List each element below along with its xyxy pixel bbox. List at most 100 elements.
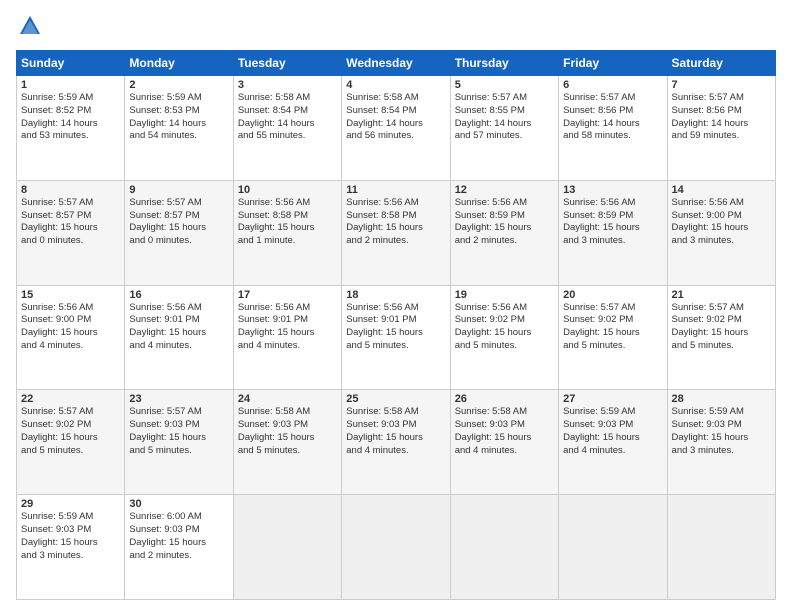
cell-text: Sunrise: 5:56 AMSunset: 8:59 PMDaylight:… [563, 197, 662, 248]
day-number: 15 [21, 289, 120, 301]
calendar-cell: 19Sunrise: 5:56 AMSunset: 9:02 PMDayligh… [450, 285, 558, 390]
calendar-cell: 9Sunrise: 5:57 AMSunset: 8:57 PMDaylight… [125, 180, 233, 285]
calendar-cell: 14Sunrise: 5:56 AMSunset: 9:00 PMDayligh… [667, 180, 775, 285]
calendar-cell [559, 495, 667, 600]
cell-text: Sunrise: 5:58 AMSunset: 8:54 PMDaylight:… [346, 92, 445, 143]
week-row-3: 15Sunrise: 5:56 AMSunset: 9:00 PMDayligh… [17, 285, 776, 390]
calendar-cell: 4Sunrise: 5:58 AMSunset: 8:54 PMDaylight… [342, 76, 450, 181]
day-number: 28 [672, 393, 771, 405]
day-number: 17 [238, 289, 337, 301]
cell-text: Sunrise: 5:56 AMSunset: 8:58 PMDaylight:… [346, 197, 445, 248]
cell-text: Sunrise: 5:57 AMSunset: 8:57 PMDaylight:… [21, 197, 120, 248]
cell-text: Sunrise: 5:57 AMSunset: 9:02 PMDaylight:… [563, 302, 662, 353]
calendar-cell [450, 495, 558, 600]
week-row-5: 29Sunrise: 5:59 AMSunset: 9:03 PMDayligh… [17, 495, 776, 600]
day-number: 2 [129, 79, 228, 91]
day-number: 18 [346, 289, 445, 301]
calendar-cell: 11Sunrise: 5:56 AMSunset: 8:58 PMDayligh… [342, 180, 450, 285]
calendar-cell: 21Sunrise: 5:57 AMSunset: 9:02 PMDayligh… [667, 285, 775, 390]
calendar-cell [233, 495, 341, 600]
day-number: 12 [455, 184, 554, 196]
calendar-cell: 12Sunrise: 5:56 AMSunset: 8:59 PMDayligh… [450, 180, 558, 285]
day-number: 4 [346, 79, 445, 91]
cell-text: Sunrise: 5:56 AMSunset: 9:01 PMDaylight:… [129, 302, 228, 353]
day-number: 9 [129, 184, 228, 196]
cell-text: Sunrise: 5:56 AMSunset: 9:01 PMDaylight:… [346, 302, 445, 353]
calendar-cell: 25Sunrise: 5:58 AMSunset: 9:03 PMDayligh… [342, 390, 450, 495]
calendar-cell: 1Sunrise: 5:59 AMSunset: 8:52 PMDaylight… [17, 76, 125, 181]
cell-text: Sunrise: 5:56 AMSunset: 9:02 PMDaylight:… [455, 302, 554, 353]
day-number: 7 [672, 79, 771, 91]
calendar-cell: 22Sunrise: 5:57 AMSunset: 9:02 PMDayligh… [17, 390, 125, 495]
weekday-header-monday: Monday [125, 51, 233, 76]
cell-text: Sunrise: 5:59 AMSunset: 9:03 PMDaylight:… [21, 511, 120, 562]
calendar-cell: 8Sunrise: 5:57 AMSunset: 8:57 PMDaylight… [17, 180, 125, 285]
week-row-1: 1Sunrise: 5:59 AMSunset: 8:52 PMDaylight… [17, 76, 776, 181]
weekday-header-wednesday: Wednesday [342, 51, 450, 76]
day-number: 1 [21, 79, 120, 91]
weekday-header-tuesday: Tuesday [233, 51, 341, 76]
calendar-cell: 5Sunrise: 5:57 AMSunset: 8:55 PMDaylight… [450, 76, 558, 181]
day-number: 25 [346, 393, 445, 405]
cell-text: Sunrise: 5:57 AMSunset: 8:57 PMDaylight:… [129, 197, 228, 248]
day-number: 16 [129, 289, 228, 301]
weekday-header-friday: Friday [559, 51, 667, 76]
day-number: 22 [21, 393, 120, 405]
day-number: 29 [21, 498, 120, 510]
calendar-cell: 3Sunrise: 5:58 AMSunset: 8:54 PMDaylight… [233, 76, 341, 181]
weekday-header-sunday: Sunday [17, 51, 125, 76]
day-number: 8 [21, 184, 120, 196]
cell-text: Sunrise: 5:58 AMSunset: 9:03 PMDaylight:… [455, 406, 554, 457]
week-row-4: 22Sunrise: 5:57 AMSunset: 9:02 PMDayligh… [17, 390, 776, 495]
cell-text: Sunrise: 5:57 AMSunset: 9:02 PMDaylight:… [21, 406, 120, 457]
logo [16, 12, 48, 40]
calendar-cell: 24Sunrise: 5:58 AMSunset: 9:03 PMDayligh… [233, 390, 341, 495]
day-number: 21 [672, 289, 771, 301]
cell-text: Sunrise: 5:58 AMSunset: 9:03 PMDaylight:… [346, 406, 445, 457]
cell-text: Sunrise: 5:59 AMSunset: 9:03 PMDaylight:… [563, 406, 662, 457]
day-number: 30 [129, 498, 228, 510]
cell-text: Sunrise: 5:57 AMSunset: 8:56 PMDaylight:… [672, 92, 771, 143]
cell-text: Sunrise: 5:56 AMSunset: 9:00 PMDaylight:… [672, 197, 771, 248]
cell-text: Sunrise: 5:58 AMSunset: 9:03 PMDaylight:… [238, 406, 337, 457]
cell-text: Sunrise: 5:57 AMSunset: 9:02 PMDaylight:… [672, 302, 771, 353]
calendar-table: SundayMondayTuesdayWednesdayThursdayFrid… [16, 50, 776, 600]
calendar-cell [342, 495, 450, 600]
weekday-header-row: SundayMondayTuesdayWednesdayThursdayFrid… [17, 51, 776, 76]
logo-icon [16, 12, 44, 40]
cell-text: Sunrise: 5:59 AMSunset: 8:52 PMDaylight:… [21, 92, 120, 143]
calendar-cell: 27Sunrise: 5:59 AMSunset: 9:03 PMDayligh… [559, 390, 667, 495]
calendar-cell: 29Sunrise: 5:59 AMSunset: 9:03 PMDayligh… [17, 495, 125, 600]
day-number: 23 [129, 393, 228, 405]
calendar-cell: 6Sunrise: 5:57 AMSunset: 8:56 PMDaylight… [559, 76, 667, 181]
calendar-cell: 2Sunrise: 5:59 AMSunset: 8:53 PMDaylight… [125, 76, 233, 181]
day-number: 20 [563, 289, 662, 301]
day-number: 26 [455, 393, 554, 405]
cell-text: Sunrise: 5:57 AMSunset: 9:03 PMDaylight:… [129, 406, 228, 457]
cell-text: Sunrise: 5:59 AMSunset: 8:53 PMDaylight:… [129, 92, 228, 143]
calendar-cell: 20Sunrise: 5:57 AMSunset: 9:02 PMDayligh… [559, 285, 667, 390]
cell-text: Sunrise: 5:57 AMSunset: 8:56 PMDaylight:… [563, 92, 662, 143]
weekday-header-thursday: Thursday [450, 51, 558, 76]
day-number: 11 [346, 184, 445, 196]
cell-text: Sunrise: 5:56 AMSunset: 8:58 PMDaylight:… [238, 197, 337, 248]
calendar-cell: 18Sunrise: 5:56 AMSunset: 9:01 PMDayligh… [342, 285, 450, 390]
calendar-cell: 15Sunrise: 5:56 AMSunset: 9:00 PMDayligh… [17, 285, 125, 390]
day-number: 24 [238, 393, 337, 405]
day-number: 14 [672, 184, 771, 196]
cell-text: Sunrise: 6:00 AMSunset: 9:03 PMDaylight:… [129, 511, 228, 562]
cell-text: Sunrise: 5:56 AMSunset: 9:01 PMDaylight:… [238, 302, 337, 353]
cell-text: Sunrise: 5:57 AMSunset: 8:55 PMDaylight:… [455, 92, 554, 143]
calendar-cell: 28Sunrise: 5:59 AMSunset: 9:03 PMDayligh… [667, 390, 775, 495]
day-number: 6 [563, 79, 662, 91]
calendar-cell: 26Sunrise: 5:58 AMSunset: 9:03 PMDayligh… [450, 390, 558, 495]
calendar-cell: 7Sunrise: 5:57 AMSunset: 8:56 PMDaylight… [667, 76, 775, 181]
cell-text: Sunrise: 5:56 AMSunset: 8:59 PMDaylight:… [455, 197, 554, 248]
cell-text: Sunrise: 5:59 AMSunset: 9:03 PMDaylight:… [672, 406, 771, 457]
calendar-cell: 30Sunrise: 6:00 AMSunset: 9:03 PMDayligh… [125, 495, 233, 600]
calendar-cell: 16Sunrise: 5:56 AMSunset: 9:01 PMDayligh… [125, 285, 233, 390]
day-number: 3 [238, 79, 337, 91]
calendar-cell: 23Sunrise: 5:57 AMSunset: 9:03 PMDayligh… [125, 390, 233, 495]
calendar-cell: 13Sunrise: 5:56 AMSunset: 8:59 PMDayligh… [559, 180, 667, 285]
day-number: 10 [238, 184, 337, 196]
